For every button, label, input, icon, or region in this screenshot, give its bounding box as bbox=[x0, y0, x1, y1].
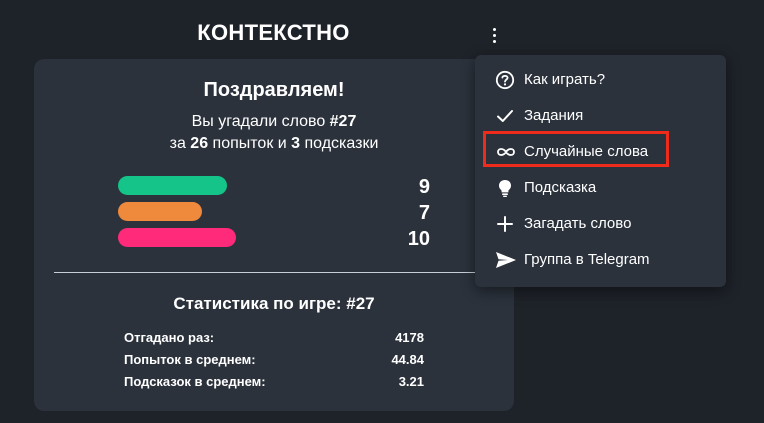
guessed-word-line: Вы угадали слово #27 bbox=[34, 113, 514, 131]
menu-dot bbox=[492, 33, 496, 37]
menu-item-label: Загадать слово bbox=[524, 215, 632, 232]
hints-count: 3 bbox=[291, 135, 301, 152]
app-title: КОНТЕКСТНО bbox=[197, 20, 350, 45]
infinity-icon bbox=[495, 142, 515, 162]
stat-value: 44.84 bbox=[391, 352, 424, 367]
congrats-title: Поздравляем! bbox=[203, 79, 345, 101]
stats-title: Статистика по игре: #27 bbox=[173, 294, 375, 313]
menu-item-telegram[interactable]: Группа в Telegram bbox=[475, 244, 726, 276]
checkmark-icon bbox=[495, 106, 515, 126]
menu-item-label: Случайные слова bbox=[524, 143, 649, 160]
menu-item-label: Подсказка bbox=[524, 179, 597, 196]
send-icon bbox=[495, 250, 516, 270]
green-bar bbox=[118, 176, 227, 195]
menu-item-make-word[interactable]: Загадать слово bbox=[475, 208, 726, 240]
green-count: 9 bbox=[418, 176, 430, 198]
orange-count: 7 bbox=[418, 202, 430, 224]
result-card: Поздравляем! Вы угадали слово #27 за 26 … bbox=[34, 59, 514, 411]
attempts-line: за 26 попыток и 3 подсказки bbox=[34, 135, 514, 153]
game-number: #27 bbox=[329, 113, 357, 130]
menu-dot bbox=[492, 39, 496, 43]
orange-bar bbox=[118, 202, 202, 221]
guessed-prefix: Вы угадали слово bbox=[191, 113, 330, 130]
plus-icon bbox=[495, 214, 515, 234]
question-circle-icon bbox=[495, 70, 515, 90]
stat-value: 3.21 bbox=[398, 374, 424, 389]
menu-item-label: Как играть? bbox=[524, 71, 606, 88]
menu-item-random-words[interactable]: Случайные слова bbox=[475, 136, 726, 168]
stat-label: Попыток в среднем: bbox=[124, 352, 256, 367]
pink-count: 10 bbox=[407, 228, 430, 250]
stat-label: Отгадано раз: bbox=[124, 330, 215, 345]
menu-item-label: Группа в Telegram bbox=[524, 251, 650, 268]
attempts-count: 26 bbox=[190, 135, 209, 152]
stat-label: Подсказок в среднем: bbox=[124, 374, 266, 389]
pink-bar bbox=[118, 228, 236, 247]
menu-item-hint[interactable]: Подсказка bbox=[475, 172, 726, 204]
menu-item-how-to-play[interactable]: Как играть? bbox=[475, 64, 726, 96]
lightbulb-icon bbox=[495, 178, 515, 198]
menu-item-tasks[interactable]: Задания bbox=[475, 100, 726, 132]
stat-value: 4178 bbox=[395, 330, 424, 345]
attempts-post: подсказки bbox=[300, 135, 379, 152]
menu-dot bbox=[492, 27, 496, 31]
divider bbox=[54, 272, 494, 273]
menu-item-label: Задания bbox=[524, 107, 584, 124]
attempts-pre: за bbox=[169, 135, 191, 152]
dropdown-menu: Как играть? Задания Случайные слова Подс… bbox=[475, 55, 726, 287]
vertical-dots-icon[interactable] bbox=[484, 24, 504, 46]
attempts-mid: попыток и bbox=[208, 135, 292, 152]
